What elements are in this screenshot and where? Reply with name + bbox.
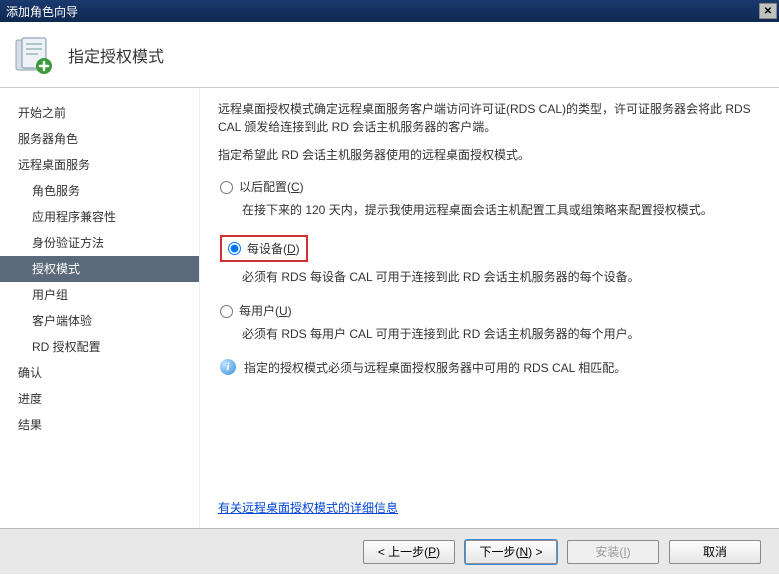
sidebar-item-2[interactable]: 远程桌面服务 [0, 152, 199, 178]
option-device-desc: 必须有 RDS 每设备 CAL 可用于连接到此 RD 会话主机服务器的每个设备。 [242, 268, 761, 286]
header-panel: 指定授权模式 [0, 22, 779, 88]
next-button[interactable]: 下一步(N) > [465, 540, 557, 564]
sidebar-item-3[interactable]: 角色服务 [0, 178, 199, 204]
sidebar-item-0[interactable]: 开始之前 [0, 100, 199, 126]
cancel-button[interactable]: 取消 [669, 540, 761, 564]
sidebar: 开始之前服务器角色远程桌面服务角色服务应用程序兼容性身份验证方法授权模式用户组客… [0, 88, 200, 528]
option-later[interactable]: 以后配置(C) [220, 178, 761, 195]
page-title: 指定授权模式 [68, 43, 164, 67]
sidebar-item-11[interactable]: 进度 [0, 386, 199, 412]
install-button: 安装(I) [567, 540, 659, 564]
radio-per-device[interactable] [228, 242, 241, 255]
radio-group-licensing-mode: 以后配置(C) 在接下来的 120 天内，提示我使用远程桌面会话主机配置工具或组… [220, 178, 761, 376]
option-later-label: 以后配置(C) [239, 178, 304, 195]
info-icon: i [220, 359, 236, 375]
option-user[interactable]: 每用户(U) [220, 302, 761, 319]
info-text: 指定的授权模式必须与远程桌面授权服务器中可用的 RDS CAL 相匹配。 [244, 359, 626, 376]
back-button[interactable]: < 上一步(P) [363, 540, 455, 564]
sidebar-item-10[interactable]: 确认 [0, 360, 199, 386]
window-title: 添加角色向导 [6, 3, 759, 20]
option-device-label: 每设备(D) [247, 240, 300, 257]
option-user-label: 每用户(U) [239, 302, 292, 319]
help-link[interactable]: 有关远程桌面授权模式的详细信息 [218, 501, 398, 515]
body: 开始之前服务器角色远程桌面服务角色服务应用程序兼容性身份验证方法授权模式用户组客… [0, 88, 779, 528]
sidebar-item-9[interactable]: RD 授权配置 [0, 334, 199, 360]
help-link-row: 有关远程桌面授权模式的详细信息 [218, 499, 398, 516]
sidebar-item-4[interactable]: 应用程序兼容性 [0, 204, 199, 230]
close-button[interactable]: ✕ [759, 3, 777, 19]
radio-per-user[interactable] [220, 305, 233, 318]
sidebar-item-1[interactable]: 服务器角色 [0, 126, 199, 152]
sidebar-item-12[interactable]: 结果 [0, 412, 199, 438]
sidebar-item-8[interactable]: 客户端体验 [0, 308, 199, 334]
wizard-icon [12, 34, 54, 76]
description-2: 指定希望此 RD 会话主机服务器使用的远程桌面授权模式。 [218, 146, 761, 164]
radio-later[interactable] [220, 181, 233, 194]
footer: < 上一步(P) 下一步(N) > 安装(I) 取消 [0, 528, 779, 574]
close-icon: ✕ [764, 6, 772, 17]
titlebar: 添加角色向导 ✕ [0, 0, 779, 22]
option-user-desc: 必须有 RDS 每用户 CAL 可用于连接到此 RD 会话主机服务器的每个用户。 [242, 325, 761, 343]
description-1: 远程桌面授权模式确定远程桌面服务客户端访问许可证(RDS CAL)的类型，许可证… [218, 100, 761, 136]
option-later-desc: 在接下来的 120 天内，提示我使用远程桌面会话主机配置工具或组策略来配置授权模… [242, 201, 761, 219]
option-device-highlight: 每设备(D) [220, 235, 308, 262]
sidebar-item-7[interactable]: 用户组 [0, 282, 199, 308]
sidebar-item-5[interactable]: 身份验证方法 [0, 230, 199, 256]
sidebar-item-6[interactable]: 授权模式 [0, 256, 199, 282]
content-panel: 远程桌面授权模式确定远程桌面服务客户端访问许可证(RDS CAL)的类型，许可证… [200, 88, 779, 528]
info-row: i 指定的授权模式必须与远程桌面授权服务器中可用的 RDS CAL 相匹配。 [220, 359, 761, 376]
